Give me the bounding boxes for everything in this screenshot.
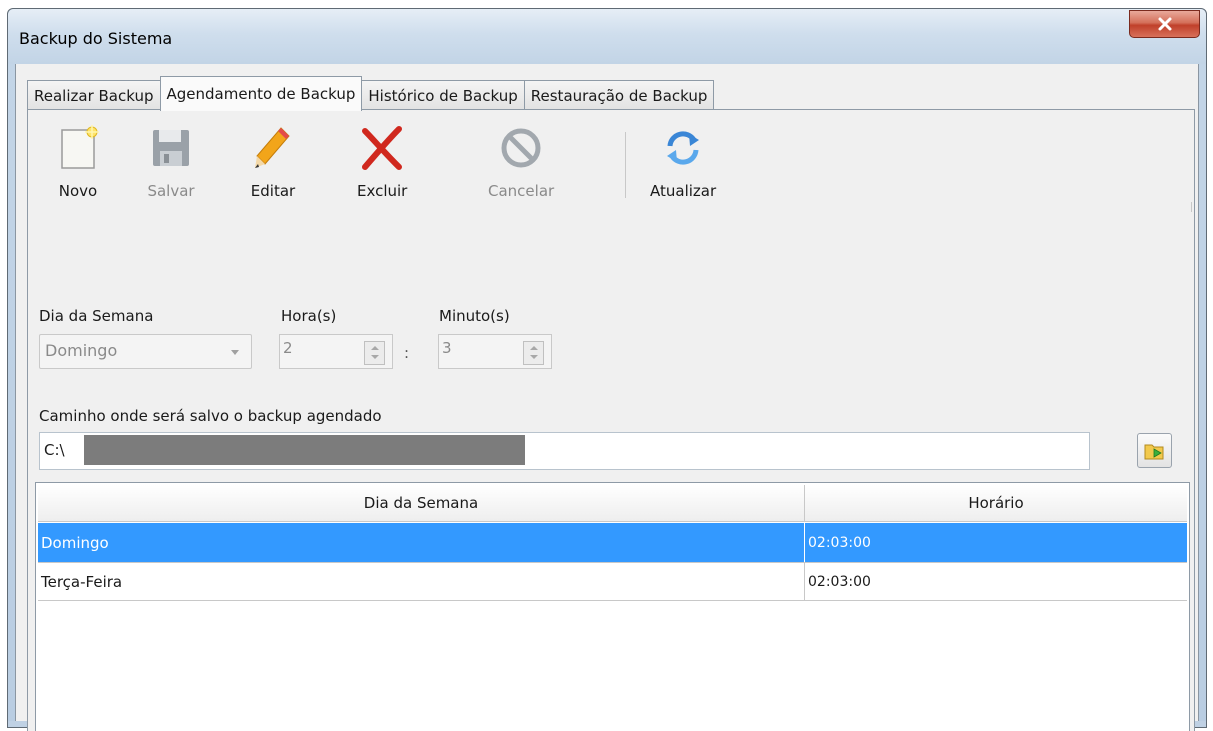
minuto-spin-buttons[interactable] — [523, 341, 544, 365]
title-bar: Backup do Sistema — [8, 9, 1206, 64]
dia-semana-label: Dia da Semana — [39, 307, 154, 325]
dia-semana-select[interactable]: Domingo — [39, 334, 252, 369]
tab-agendamento-backup[interactable]: Agendamento de Backup — [159, 76, 363, 111]
editar-button[interactable]: Editar — [249, 122, 297, 212]
window-border-left — [8, 64, 16, 727]
novo-label: Novo — [58, 182, 98, 200]
excluir-button[interactable]: Excluir — [357, 122, 407, 212]
atualizar-button[interactable]: Atualizar — [650, 122, 716, 212]
cell-horario: 02:03:00 — [808, 534, 871, 551]
time-separator: : — [404, 344, 410, 362]
hora-spin-buttons[interactable] — [364, 341, 385, 365]
table-row[interactable]: Domingo 02:03:00 — [38, 523, 1187, 562]
grid-header: Dia da Semana Horário — [38, 485, 1187, 522]
hora-spinner[interactable]: 2 — [279, 334, 393, 369]
column-header-horario[interactable]: Horário — [805, 485, 1187, 521]
refresh-icon — [659, 122, 707, 174]
cell-horario: 02:03:00 — [808, 573, 871, 590]
red-x-icon — [358, 122, 406, 174]
cancelar-button[interactable]: Cancelar — [488, 122, 554, 212]
redacted-path-mask — [84, 435, 525, 465]
spin-down-icon — [530, 355, 538, 359]
tab-restauracao-backup[interactable]: Restauração de Backup — [524, 80, 715, 110]
close-button[interactable] — [1129, 10, 1200, 38]
minuto-spinner[interactable]: 3 — [438, 334, 552, 369]
toolbar-separator — [625, 132, 626, 198]
table-row[interactable]: Terça-Feira 02:03:00 — [38, 562, 1187, 601]
window-client-area: Realizar Backup Agendamento de Backup Hi… — [16, 64, 1198, 731]
window-border-right — [1198, 64, 1206, 727]
tab-realizar-backup[interactable]: Realizar Backup — [27, 80, 161, 110]
chevron-down-icon — [231, 350, 239, 355]
dia-semana-value: Domingo — [45, 341, 118, 360]
salvar-label: Salvar — [147, 182, 195, 200]
minuto-value: 3 — [442, 339, 452, 357]
spin-up-icon — [371, 346, 379, 350]
backup-path-field[interactable]: C:\ — [39, 432, 1090, 470]
browse-folder-button[interactable] — [1137, 433, 1172, 468]
tab-historico-backup[interactable]: Histórico de Backup — [362, 80, 525, 110]
hora-value: 2 — [283, 339, 293, 357]
hora-label: Hora(s) — [281, 307, 337, 325]
excluir-label: Excluir — [357, 182, 408, 200]
column-header-dia[interactable]: Dia da Semana — [38, 485, 805, 521]
prohibited-icon — [497, 122, 545, 174]
window-title: Backup do Sistema — [19, 29, 173, 48]
cancelar-label: Cancelar — [488, 182, 555, 200]
path-label: Caminho onde será salvo o backup agendad… — [39, 407, 382, 425]
new-document-icon — [54, 122, 102, 174]
toolbar: Novo Salvar Editar Excluir Cancelar Atua… — [28, 110, 1194, 220]
backup-path-value: C:\ — [44, 441, 65, 459]
pencil-icon — [249, 122, 297, 174]
floppy-disk-icon — [147, 122, 195, 174]
spin-down-icon — [371, 355, 379, 359]
toolbar-end-line — [1191, 202, 1192, 212]
close-icon — [1158, 17, 1171, 31]
novo-button[interactable]: Novo — [54, 122, 102, 212]
cell-dia: Terça-Feira — [38, 563, 805, 600]
tab-strip: Realizar Backup Agendamento de Backup Hi… — [27, 76, 715, 111]
backup-window: Backup do Sistema Realizar Backup Agenda… — [7, 8, 1207, 731]
folder-arrow-icon — [1144, 444, 1163, 459]
atualizar-label: Atualizar — [650, 182, 717, 200]
minuto-label: Minuto(s) — [439, 307, 510, 325]
schedule-grid: Dia da Semana Horário Domingo 02:03:00 T… — [35, 482, 1190, 731]
spin-up-icon — [530, 346, 538, 350]
editar-label: Editar — [250, 182, 296, 200]
salvar-button[interactable]: Salvar — [147, 122, 195, 212]
tab-panel-agendamento: Novo Salvar Editar Excluir Cancelar Atua… — [27, 109, 1195, 731]
cell-dia: Domingo — [38, 523, 805, 562]
